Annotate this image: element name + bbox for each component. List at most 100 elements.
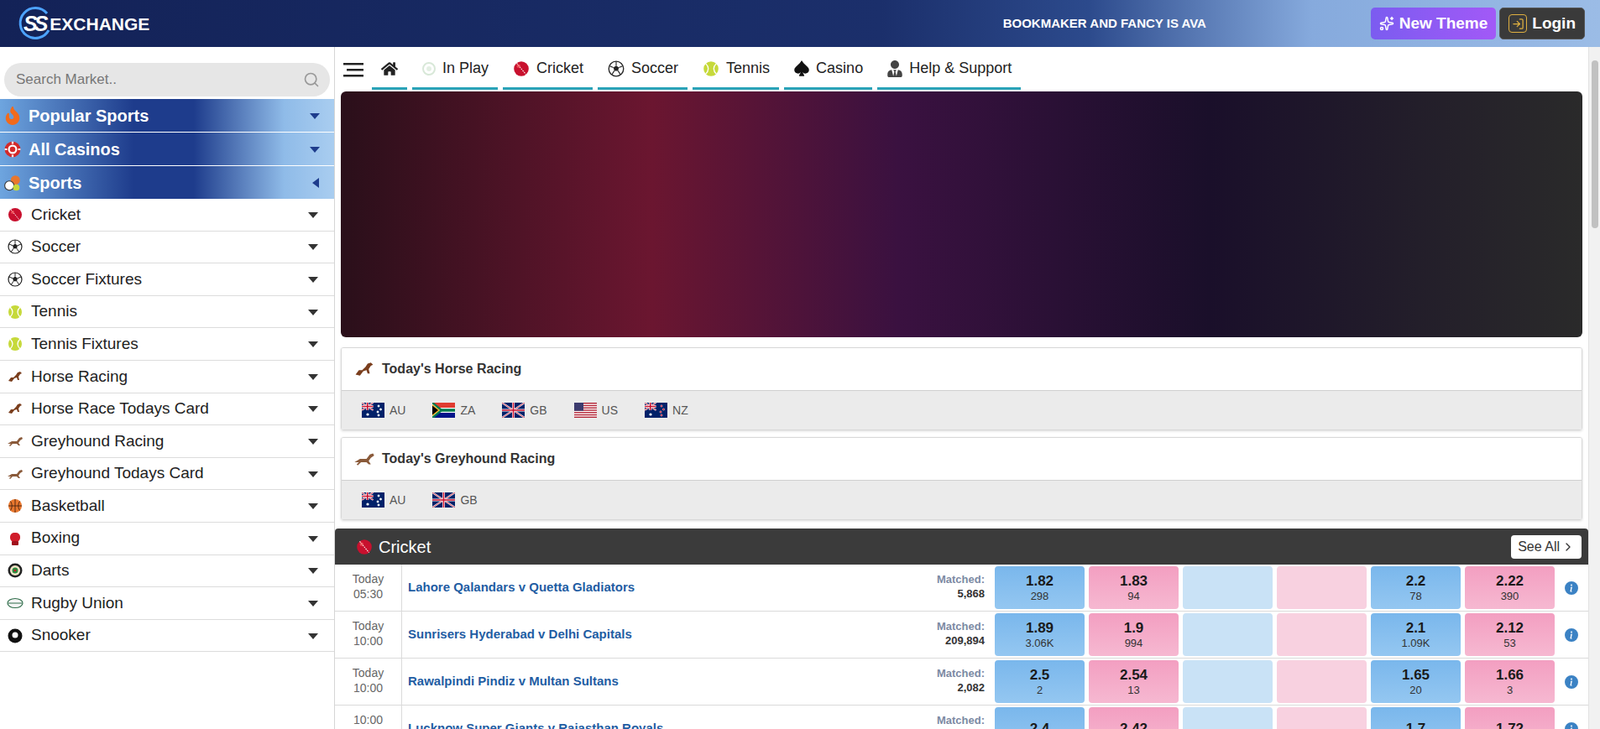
search-field[interactable] [4,62,330,97]
country-link[interactable]: AU [361,491,406,510]
lay-odds-button[interactable]: 1.9994 [1088,613,1179,657]
login-button[interactable]: Login [1499,7,1585,40]
sidebar-item[interactable]: Soccer Fixtures [0,263,335,297]
back-odds-button[interactable]: 2.278 [1370,566,1461,610]
new-theme-button[interactable]: New Theme [1370,7,1497,40]
lay-odds-button[interactable] [1276,660,1367,704]
lay-odds-button[interactable]: 2.42 [1088,707,1179,729]
caret-down-icon [307,210,319,220]
match-name[interactable]: Sunrisers Hyderabad v Delhi Capitals [402,625,911,645]
sidebar-item[interactable]: Greyhound Todays Card [0,458,335,492]
lay-odds-button[interactable] [1276,707,1367,729]
lay-odds-button[interactable] [1276,613,1367,657]
sidebar-section-header[interactable]: All Casinos [0,132,335,166]
lay-odds-button[interactable]: 1.8394 [1088,566,1179,610]
back-odds-button[interactable]: 2.11.09K [1370,613,1461,657]
nav-item[interactable]: Casino [784,49,873,90]
sidebar-item[interactable]: Darts [0,555,335,589]
sports-list: CricketSoccerSoccer FixturesTennisTennis… [0,198,335,653]
sidebar-item[interactable]: Tennis Fixtures [0,328,335,361]
see-all-button[interactable]: See All [1511,535,1582,560]
odds-size: 3.06K [1025,637,1055,651]
sidebar-item[interactable]: Snooker [0,620,335,654]
back-odds-button[interactable]: 1.6520 [1370,660,1461,704]
caret-down-icon [307,308,319,317]
back-odds-button[interactable]: 1.82298 [994,566,1085,610]
sidebar-item[interactable]: Tennis [0,296,335,330]
sidebar-item[interactable]: Cricket [0,198,335,232]
sidebar-item[interactable]: Basketball [0,490,335,523]
sidebar-item[interactable]: Horse Racing [0,360,335,394]
country-link[interactable]: AU [361,402,406,420]
nav-item[interactable]: Cricket [502,49,593,90]
lay-odds-button[interactable]: 1.72 [1464,707,1555,729]
sidebar-section-header[interactable]: Sports [0,166,335,199]
info-icon[interactable] [1564,722,1579,729]
odds-price: 1.89 [1025,620,1054,638]
menu-toggle[interactable] [339,49,367,90]
greyhound-icon [353,448,376,471]
odds-size: 1.09K [1401,637,1431,651]
sidebar-item[interactable]: Greyhound Racing [0,425,335,459]
cricket-icon [355,538,374,557]
caret-down-icon [307,599,319,608]
caret-down-icon [307,437,319,446]
page-scrollbar[interactable] [1588,47,1600,729]
caret-down-icon [307,566,319,576]
country-link[interactable]: GB [501,402,547,420]
sidebar-item[interactable]: Soccer [0,231,335,265]
sidebar: Popular SportsAll CasinosSportsCricketSo… [0,47,335,729]
odds-group: 2.42.42 1.71.72 [994,707,1555,729]
odds-price: 1.82 [1025,573,1054,591]
back-odds-button[interactable]: 1.893.06K [994,613,1085,657]
back-odds-button[interactable] [1182,660,1273,704]
odds-size: 3 [1506,684,1513,698]
flag-au-icon [361,492,385,508]
match-name[interactable]: Lucknow Super Giants v Rajasthan Royals [402,719,911,729]
sidebar-item[interactable]: Rugby Union [0,587,335,621]
back-odds-button[interactable]: 1.7 [1370,707,1461,729]
country-link[interactable]: ZA [432,402,476,420]
greyhound-icon [6,433,24,450]
nav-item[interactable] [371,49,408,90]
nav-item[interactable]: Soccer [597,49,688,90]
sidebar-item[interactable]: Horse Race Todays Card [0,393,335,427]
caret-down-icon [307,339,319,349]
news-ticker: BOOKMAKER AND FANCY IS AVA [1003,13,1215,34]
back-odds-button[interactable]: 2.52 [994,660,1085,704]
search-input[interactable] [15,68,304,91]
lay-odds-button[interactable]: 2.5413 [1088,660,1179,704]
country-link[interactable]: GB [432,491,477,510]
match-row: 10:00Lucknow Super Giants v Rajasthan Ro… [334,705,1589,729]
lay-odds-button[interactable]: 2.22390 [1464,566,1555,610]
lay-odds-button[interactable]: 2.1253 [1464,613,1555,657]
nav-item[interactable]: Tennis [692,49,780,90]
nav-item[interactable]: In Play [412,49,498,90]
match-name[interactable]: Lahore Qalandars v Quetta Gladiators [402,578,911,598]
odds-price: 1.9 [1124,620,1145,638]
caret-down-icon [307,275,319,284]
back-odds-button[interactable] [1182,707,1273,729]
info-icon[interactable] [1564,628,1579,643]
odds-size: 994 [1124,637,1144,651]
match-name[interactable]: Rawalpindi Pindiz v Multan Sultans [402,672,911,692]
country-link[interactable]: US [574,402,618,420]
lay-odds-button[interactable]: 1.663 [1464,660,1555,704]
sidebar-item[interactable]: Boxing [0,522,335,556]
odds-price: 1.65 [1401,667,1430,685]
odds-price: 2.1 [1406,620,1427,638]
back-odds-button[interactable] [1182,613,1273,657]
logo[interactable]: SSEXCHANGE [16,5,152,42]
country-link[interactable]: NZ [644,402,689,420]
info-icon[interactable] [1564,675,1579,690]
horse-icon [6,368,24,386]
lay-odds-button[interactable] [1276,566,1367,610]
sidebar-section-header[interactable]: Popular Sports [0,99,335,132]
nav-item[interactable]: Help & Support [877,49,1021,90]
back-odds-button[interactable]: 2.4 [994,707,1085,729]
caret-down-icon [307,534,319,544]
back-odds-button[interactable] [1182,566,1273,610]
top-header: SSEXCHANGE BOOKMAKER AND FANCY IS AVA New … [0,0,1600,48]
casino-banner[interactable] [340,91,1583,338]
info-icon[interactable] [1564,581,1579,596]
